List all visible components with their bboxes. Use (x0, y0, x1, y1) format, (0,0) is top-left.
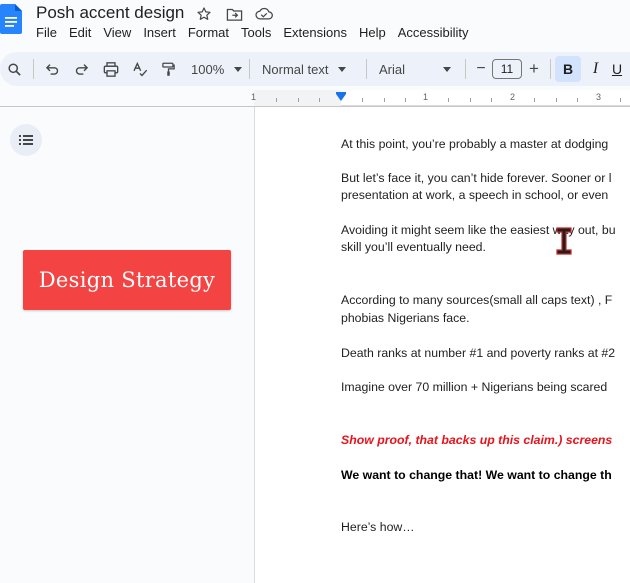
menu-extensions[interactable]: Extensions (277, 25, 353, 41)
doc-line: Here’s how… (341, 520, 415, 534)
increase-font-size-button[interactable]: + (522, 55, 546, 83)
document-page[interactable]: At this point, you’re probably a master … (254, 107, 630, 583)
document-outline-button[interactable] (10, 124, 42, 156)
design-strategy-label: Design Strategy (38, 268, 216, 292)
ruler-number: 1 (423, 92, 429, 102)
cloud-saved-icon[interactable] (254, 4, 274, 24)
doc-line: presentation at work, a speech in school… (341, 188, 609, 202)
ruler-tick (470, 98, 471, 102)
doc-line: Imagine over 70 million + Nigerians bein… (341, 380, 608, 394)
ruler-tick (276, 98, 277, 102)
toolbar-divider (465, 59, 466, 79)
toolbar-divider (33, 59, 34, 79)
font-select[interactable]: Arial (379, 62, 461, 77)
ruler-number: 1 (251, 92, 257, 102)
redo-button[interactable] (67, 55, 96, 83)
chevron-down-icon (338, 66, 347, 72)
doc-line-bold: We want to change that! We want to chang… (341, 468, 612, 482)
menu-edit[interactable]: Edit (63, 25, 97, 41)
ruler-tick (491, 98, 492, 102)
paint-format-button[interactable] (154, 55, 183, 83)
font-value: Arial (379, 61, 406, 77)
menu-accessibility[interactable]: Accessibility (392, 25, 475, 41)
paragraph-style-value: Normal text (262, 61, 329, 77)
ruler-tick (319, 98, 320, 102)
spellcheck-button[interactable] (125, 55, 154, 83)
chevron-down-icon (234, 66, 243, 72)
menu-tools[interactable]: Tools (235, 25, 277, 41)
italic-button[interactable]: I (581, 55, 610, 83)
menu-bar: File Edit View Insert Format Tools Exten… (30, 25, 475, 41)
ruler-number: 2 (510, 92, 516, 102)
doc-line: At this point, you’re probably a master … (341, 137, 609, 151)
list-icon (19, 135, 33, 145)
print-icon (103, 61, 118, 77)
search-icon (8, 62, 21, 76)
ruler-tick (534, 98, 535, 102)
text-cursor-icon (556, 227, 572, 255)
doc-line: Death ranks at number #1 and poverty ran… (341, 346, 616, 360)
menu-insert[interactable]: Insert (137, 25, 182, 41)
ruler-tick (384, 98, 385, 102)
star-icon[interactable] (194, 4, 214, 24)
menu-view[interactable]: View (97, 25, 137, 41)
doc-line-red: Show proof, that backs up this claim.) s… (341, 433, 613, 447)
menu-file[interactable]: File (30, 25, 63, 41)
search-menus-button[interactable] (0, 55, 29, 83)
zoom-value: 100% (191, 61, 225, 77)
ruler-tick (405, 98, 406, 102)
decrease-font-size-button[interactable]: − (470, 55, 492, 83)
underline-button[interactable]: U (610, 55, 624, 83)
menu-help[interactable]: Help (353, 25, 392, 41)
ruler-tick (362, 98, 363, 102)
title-icons (194, 4, 274, 24)
paragraph-style-select[interactable]: Normal text (262, 62, 362, 77)
document-title[interactable]: Posh accent design (36, 3, 184, 23)
print-button[interactable] (96, 55, 125, 83)
redo-icon (75, 64, 89, 75)
toolbar-divider (550, 59, 551, 79)
chevron-down-icon (443, 66, 451, 72)
zoom-select[interactable]: 100% (191, 62, 245, 77)
design-strategy-banner[interactable]: Design Strategy (23, 250, 231, 310)
ruler-tick (577, 98, 578, 102)
doc-line: skill you’ll eventually need. (341, 240, 486, 254)
ruler-number: 3 (596, 92, 602, 102)
ruler-tick (298, 98, 299, 102)
undo-icon (45, 64, 59, 75)
docs-logo-icon[interactable] (0, 4, 22, 34)
ruler[interactable]: 1 1 2 3 (251, 90, 630, 106)
doc-line: Avoiding it might seem like the easiest … (341, 223, 616, 237)
menu-format[interactable]: Format (182, 25, 235, 41)
left-indent-marker[interactable] (336, 94, 346, 101)
toolbar: 100% Normal text Arial − 11 + B I U (0, 52, 630, 86)
toolbar-divider (249, 59, 250, 79)
title-bar: Posh accent design File Edit View Insert… (0, 0, 630, 48)
doc-line: phobias Nigerians face. (341, 311, 470, 325)
spellcheck-icon (132, 61, 147, 76)
ruler-tick (620, 98, 621, 102)
doc-line: According to many sources(small all caps… (341, 293, 613, 307)
ruler-tick (448, 98, 449, 102)
toolbar-divider (366, 59, 367, 79)
paint-format-icon (162, 62, 175, 76)
undo-button[interactable] (38, 55, 67, 83)
doc-line: But let’s face it, you can’t hide foreve… (341, 171, 612, 185)
move-folder-icon[interactable] (224, 4, 244, 24)
bold-button[interactable]: B (555, 56, 581, 82)
ruler-tick (556, 98, 557, 102)
font-size-input[interactable]: 11 (492, 59, 522, 79)
